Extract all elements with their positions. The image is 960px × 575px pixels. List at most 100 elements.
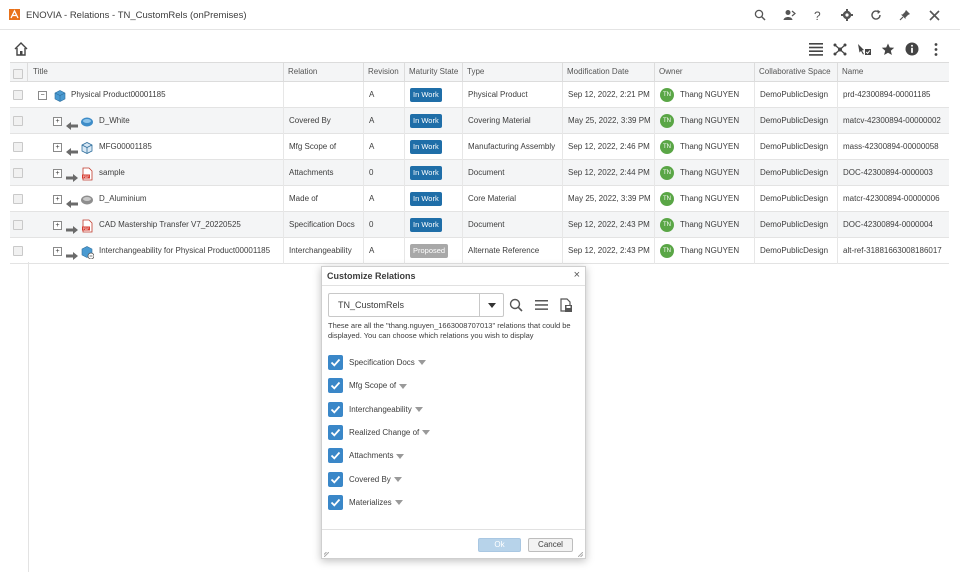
expand-icon[interactable]: + bbox=[53, 247, 62, 256]
table-row[interactable]: − Physical Product00001185 A In Work Physica… bbox=[10, 82, 949, 108]
user-share-icon[interactable] bbox=[781, 8, 797, 22]
column-header-name[interactable]: Name bbox=[838, 63, 949, 82]
row-title[interactable]: D_Aluminium bbox=[99, 186, 147, 211]
resize-grip-right-icon[interactable] bbox=[578, 552, 583, 557]
pin-icon[interactable] bbox=[897, 8, 913, 22]
menu-icon[interactable] bbox=[533, 297, 549, 313]
avatar: TN bbox=[660, 114, 674, 128]
row-checkbox[interactable] bbox=[13, 168, 23, 178]
row-checkbox[interactable] bbox=[13, 246, 23, 256]
row-checkbox[interactable] bbox=[13, 116, 23, 126]
graph-view-icon[interactable] bbox=[832, 42, 848, 56]
table-row[interactable]: + D_White Covered By A In Work Covering Mater… bbox=[10, 108, 949, 134]
table-row[interactable]: + MFG00001185 Mfg Scope of A In Work Manufact… bbox=[10, 134, 949, 160]
search-icon[interactable] bbox=[508, 297, 524, 313]
chevron-down-icon[interactable] bbox=[414, 406, 423, 412]
relation-option[interactable]: Specification Docs bbox=[328, 355, 528, 371]
column-header-revision[interactable]: Revision bbox=[364, 63, 405, 82]
relation-option-label: Materializes bbox=[349, 495, 403, 511]
search-icon[interactable] bbox=[752, 8, 768, 22]
arrow-right-icon bbox=[66, 220, 78, 234]
name-cell: matcr-42300894-00000006 bbox=[843, 194, 940, 203]
checkbox-checked-icon[interactable] bbox=[328, 471, 343, 487]
maturity-state-cell: In Work bbox=[405, 134, 463, 160]
cancel-button[interactable]: Cancel bbox=[528, 538, 573, 552]
row-title[interactable]: CAD Mastership Transfer V7_20220525 bbox=[99, 212, 241, 237]
ok-button[interactable]: Ok bbox=[478, 538, 521, 552]
chevron-down-icon[interactable] bbox=[422, 430, 431, 436]
expand-icon[interactable]: + bbox=[53, 117, 62, 126]
relation-option[interactable]: Realized Change of bbox=[328, 424, 528, 441]
row-title[interactable]: D_White bbox=[99, 108, 130, 133]
column-header-title[interactable]: Title bbox=[29, 63, 284, 82]
resize-grip-left-icon[interactable] bbox=[324, 552, 329, 557]
checkbox-checked-icon[interactable] bbox=[328, 448, 343, 464]
chevron-down-icon[interactable] bbox=[479, 294, 503, 316]
dialog-close-icon[interactable]: × bbox=[574, 269, 580, 281]
modification-date-cell: Sep 12, 2022, 2:21 PM bbox=[563, 82, 655, 108]
checkbox-checked-icon[interactable] bbox=[328, 494, 343, 510]
column-header-type[interactable]: Type bbox=[463, 63, 563, 82]
column-header-relation[interactable]: Relation bbox=[284, 63, 364, 82]
column-header-owner[interactable]: Owner bbox=[655, 63, 755, 82]
expand-icon[interactable]: + bbox=[53, 169, 62, 178]
row-title[interactable]: MFG00001185 bbox=[99, 134, 152, 159]
checkbox-checked-icon[interactable] bbox=[328, 378, 343, 394]
relation-option[interactable]: Materializes bbox=[328, 494, 528, 511]
row-checkbox[interactable] bbox=[13, 220, 23, 230]
relation-set-select[interactable]: TN_CustomRels bbox=[328, 293, 504, 317]
close-icon[interactable] bbox=[926, 8, 942, 22]
chevron-down-icon[interactable] bbox=[394, 500, 403, 506]
row-checkbox[interactable] bbox=[13, 90, 23, 100]
relation-option[interactable]: Covered By bbox=[328, 471, 528, 488]
relation-cell: Covered By bbox=[284, 108, 364, 134]
avatar: TN bbox=[660, 244, 674, 258]
maturity-state-cell: In Work bbox=[405, 108, 463, 134]
chevron-down-icon[interactable] bbox=[417, 360, 426, 366]
checkbox-checked-icon[interactable] bbox=[328, 424, 343, 440]
favorite-star-icon[interactable] bbox=[880, 42, 896, 56]
name-cell: alt-ref-31881663008186017 bbox=[843, 246, 942, 255]
checkbox-checked-icon[interactable] bbox=[328, 401, 343, 417]
row-title[interactable]: Physical Product00001185 bbox=[71, 82, 166, 107]
chevron-down-icon[interactable] bbox=[399, 383, 408, 389]
enovia-logo-icon bbox=[9, 9, 20, 20]
modification-date-cell: Sep 12, 2022, 2:46 PM bbox=[563, 134, 655, 160]
row-title[interactable]: sample bbox=[99, 160, 125, 185]
expand-icon[interactable]: + bbox=[53, 221, 62, 230]
save-as-icon[interactable] bbox=[558, 297, 574, 313]
info-icon[interactable] bbox=[904, 42, 920, 56]
row-checkbox[interactable] bbox=[13, 142, 23, 152]
type-cell: Alternate Reference bbox=[463, 238, 563, 264]
column-header-maturity-state[interactable]: Maturity State bbox=[405, 63, 463, 82]
relation-option[interactable]: Interchangeability bbox=[328, 401, 528, 418]
row-checkbox[interactable] bbox=[13, 194, 23, 204]
expand-icon[interactable]: + bbox=[53, 195, 62, 204]
row-title[interactable]: Interchangeability for Physical Product0… bbox=[99, 238, 270, 263]
checkbox-checked-icon[interactable] bbox=[328, 355, 343, 370]
table-row[interactable]: + D_Aluminium Made of A In Work Core Material… bbox=[10, 186, 949, 212]
refresh-icon[interactable] bbox=[868, 8, 884, 22]
more-options-icon[interactable] bbox=[928, 42, 944, 56]
chevron-down-icon[interactable] bbox=[396, 453, 405, 459]
select-mode-icon[interactable] bbox=[856, 42, 872, 56]
owner-cell: TN Thang NGUYEN bbox=[655, 238, 755, 264]
home-icon[interactable] bbox=[13, 41, 29, 57]
relation-option[interactable]: Attachments bbox=[328, 448, 528, 464]
table-row[interactable]: + Interchangeability for Physical Product… bbox=[10, 238, 949, 264]
column-header-collaborative-space[interactable]: Collaborative Space bbox=[755, 63, 838, 82]
help-icon[interactable]: ? bbox=[810, 8, 826, 22]
relations-grid: Title Relation Revision Maturity State T… bbox=[10, 62, 949, 264]
chevron-down-icon[interactable] bbox=[393, 476, 402, 482]
gear-icon[interactable] bbox=[839, 8, 855, 22]
collapse-icon[interactable]: − bbox=[38, 91, 47, 100]
title-cell: + Interchangeability for Physical Product… bbox=[29, 238, 284, 264]
owner-name: Thang NGUYEN bbox=[680, 90, 740, 99]
table-row[interactable]: + PDF CAD Mastership Transfer V7_20220525 S… bbox=[10, 212, 949, 238]
pdf-document-icon: PDF bbox=[80, 218, 94, 233]
table-row[interactable]: + PDF sample Attachments 0 In Work Document Sep… bbox=[10, 160, 949, 186]
expand-icon[interactable]: + bbox=[53, 143, 62, 152]
column-header-modification-date[interactable]: Modification Date bbox=[563, 63, 655, 82]
relation-option[interactable]: Mfg Scope of bbox=[328, 378, 528, 394]
list-view-icon[interactable] bbox=[808, 42, 824, 56]
